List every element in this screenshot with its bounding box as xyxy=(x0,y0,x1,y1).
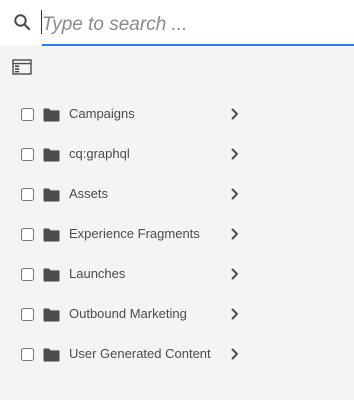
chevron-right-icon[interactable] xyxy=(231,108,239,120)
folder-icon xyxy=(43,348,60,362)
row-checkbox[interactable] xyxy=(21,308,34,321)
row-checkbox[interactable] xyxy=(21,108,34,121)
folder-icon xyxy=(43,108,60,122)
chevron-right-icon[interactable] xyxy=(231,148,239,160)
folder-label: cq:graphql xyxy=(69,146,130,161)
chevron-right-icon[interactable] xyxy=(231,228,239,240)
search-underline xyxy=(42,44,354,46)
folder-list: Campaigns cq:graphql Assets Experience F… xyxy=(0,95,354,375)
text-caret xyxy=(41,10,42,34)
folder-label: User Generated Content xyxy=(69,346,211,361)
folder-row-0[interactable]: Campaigns xyxy=(0,95,354,135)
folder-row-4[interactable]: Launches xyxy=(0,255,354,295)
search-bar xyxy=(0,0,354,46)
folder-label: Outbound Marketing xyxy=(69,306,187,321)
chevron-right-icon[interactable] xyxy=(231,348,239,360)
folder-label: Campaigns xyxy=(69,106,135,121)
folder-label: Launches xyxy=(69,266,126,281)
rail-toggle-icon[interactable] xyxy=(12,59,32,75)
chevron-right-icon[interactable] xyxy=(231,268,239,280)
folder-label: Assets xyxy=(69,186,109,201)
folder-row-1[interactable]: cq:graphql xyxy=(0,135,354,175)
folder-icon xyxy=(43,308,60,322)
row-checkbox[interactable] xyxy=(21,268,34,281)
folder-icon xyxy=(43,148,60,162)
folder-row-3[interactable]: Experience Fragments xyxy=(0,215,354,255)
row-checkbox[interactable] xyxy=(21,228,34,241)
row-checkbox[interactable] xyxy=(21,148,34,161)
folder-row-5[interactable]: Outbound Marketing xyxy=(0,295,354,335)
chevron-right-icon[interactable] xyxy=(231,188,239,200)
folder-row-6[interactable]: User Generated Content xyxy=(0,335,354,375)
search-input[interactable] xyxy=(42,6,354,44)
folder-icon xyxy=(43,188,60,202)
folder-icon xyxy=(43,268,60,282)
row-checkbox[interactable] xyxy=(21,348,34,361)
chevron-right-icon[interactable] xyxy=(231,308,239,320)
search-icon xyxy=(14,14,31,31)
row-checkbox[interactable] xyxy=(21,188,34,201)
folder-row-2[interactable]: Assets xyxy=(0,175,354,215)
folder-icon xyxy=(43,228,60,242)
folder-label: Experience Fragments xyxy=(69,226,200,241)
